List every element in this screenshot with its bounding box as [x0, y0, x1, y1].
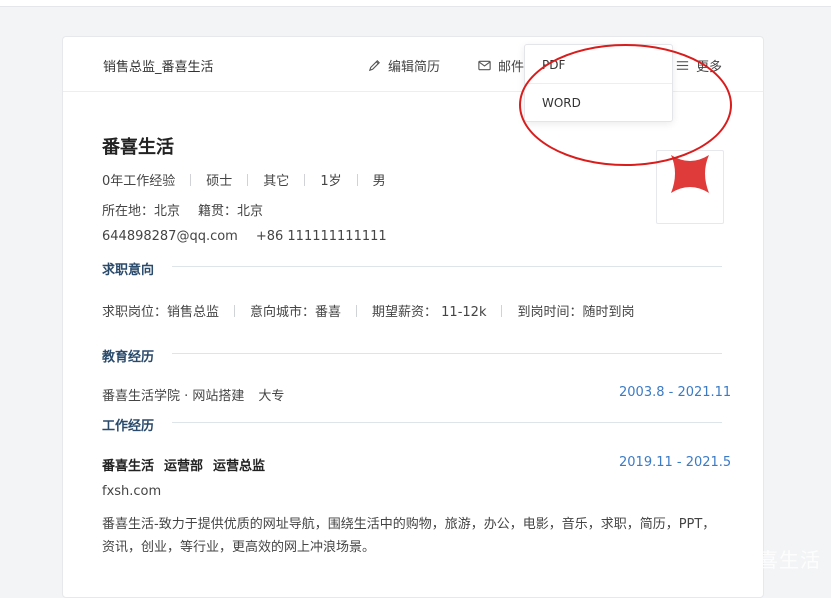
- divider: [501, 305, 503, 317]
- section-divider: [172, 266, 722, 267]
- divider: [356, 305, 358, 317]
- work-title-row: 番喜生活 运营部 运营总监: [102, 455, 265, 474]
- work-site: fxsh.com: [102, 484, 162, 499]
- intention-city: 意向城市：番喜: [250, 305, 342, 320]
- location-value: 北京: [154, 204, 181, 219]
- location-label: 所在地：: [102, 204, 155, 219]
- mail-icon: [478, 60, 491, 71]
- work-period: 2019.11 - 2021.5: [619, 455, 732, 470]
- top-band: [0, 0, 831, 7]
- intention-position: 求职岗位：销售总监: [102, 305, 220, 320]
- contact-row: 644898287@qq.com +86 111111111111: [102, 229, 387, 244]
- divider: [356, 174, 358, 186]
- hometown-label: 籍贯：: [198, 204, 238, 219]
- section-divider: [172, 353, 722, 354]
- intention-arrival: 到岗时间：随时到岗: [517, 305, 635, 320]
- work-company: 番喜生活: [102, 459, 155, 474]
- pencil-icon: [368, 60, 380, 72]
- education-row: 番喜生活学院 · 网站搭建 大专: [102, 385, 284, 404]
- watermark-text: 喜生活: [758, 548, 821, 572]
- resume-title: 销售总监_番喜生活: [103, 60, 214, 75]
- work-description: 番喜生活-致力于提供优质的网址导航，围绕生活中的购物，旅游，办公，电影，音乐，求…: [102, 517, 716, 555]
- basic-info-row: 0年工作经验 硕士 其它 1岁 男: [102, 170, 386, 189]
- other-text: 其它: [263, 174, 290, 189]
- experience-text: 0年工作经验: [102, 174, 176, 189]
- education-section-title: 教育经历: [102, 350, 155, 365]
- divider: [304, 174, 306, 186]
- divider: [190, 174, 192, 186]
- gender-text: 男: [372, 174, 386, 189]
- work-role: 运营总监: [213, 459, 266, 474]
- degree-text: 硕士: [206, 174, 233, 189]
- age-text: 1岁: [320, 174, 342, 189]
- education-level: 大专: [258, 389, 285, 404]
- section-divider: [172, 422, 722, 423]
- work-department: 运营部: [164, 459, 204, 474]
- email-text: 644898287@qq.com: [102, 229, 238, 244]
- hometown-value: 北京: [237, 204, 264, 219]
- location-row: 所在地：北京 籍贯：北京: [102, 200, 263, 219]
- work-section-title: 工作经历: [102, 419, 155, 434]
- avatar-star-image: [671, 155, 709, 193]
- candidate-name: 番喜生活: [102, 137, 174, 158]
- edit-resume-button[interactable]: 编辑简历: [367, 56, 440, 75]
- phone-text: +86 111111111111: [255, 229, 387, 244]
- intention-salary: 期望薪资： 11-12k: [372, 305, 487, 320]
- edit-resume-label: 编辑简历: [388, 60, 441, 75]
- divider: [234, 305, 236, 317]
- intention-section-title: 求职意向: [102, 263, 155, 278]
- education-period: 2003.8 - 2021.11: [619, 385, 732, 400]
- annotation-circle: [519, 44, 732, 166]
- intention-row: 求职岗位：销售总监 意向城市：番喜 期望薪资： 11-12k 到岗时间：随时到岗: [102, 301, 634, 320]
- divider: [247, 174, 249, 186]
- education-school: 番喜生活学院 · 网站搭建: [102, 389, 245, 404]
